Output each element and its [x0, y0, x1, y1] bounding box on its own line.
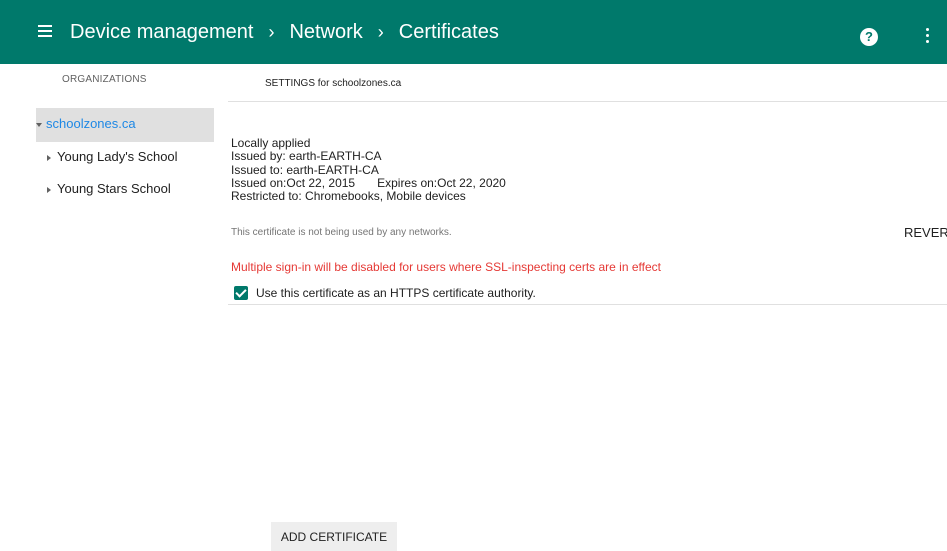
- org-item-label: schoolzones.ca: [46, 116, 136, 131]
- breadcrumb: Device management › Network › Certificat…: [70, 0, 499, 64]
- more-vert-icon[interactable]: [926, 28, 930, 46]
- applied-status: Locally applied: [231, 136, 311, 150]
- expand-right-icon[interactable]: [47, 154, 51, 161]
- breadcrumb-separator: ›: [268, 21, 275, 42]
- issue-dates: Issued on:Oct 22, 2015 Expires on:Oct 22,…: [231, 175, 506, 190]
- divider: [228, 304, 947, 305]
- issued-to: Issued to: earth-EARTH-CA: [231, 162, 379, 177]
- expand-down-icon[interactable]: [36, 122, 42, 127]
- add-certificate-button[interactable]: ADD CERTIFICATE: [271, 522, 397, 551]
- certificate-details: Locally applied Issued by: earth-EARTH-C…: [231, 136, 506, 204]
- org-item-schoolzones[interactable]: schoolzones.ca: [36, 108, 214, 142]
- breadcrumb-device-management[interactable]: Device management: [70, 21, 253, 44]
- checkbox-label: Use this certificate as an HTTPS certifi…: [256, 286, 536, 300]
- menu-icon[interactable]: [38, 25, 52, 39]
- warning-message: Multiple sign-in will be disabled for us…: [231, 260, 661, 274]
- org-item-young-ladys-school[interactable]: Young Lady's School: [47, 149, 178, 164]
- issued-on: Issued on:Oct 22, 2015: [231, 175, 356, 190]
- expand-right-icon[interactable]: [47, 186, 51, 193]
- check-icon[interactable]: [234, 286, 248, 300]
- divider: [228, 101, 947, 102]
- issued-by: Issued by: earth-EARTH-CA: [231, 149, 382, 164]
- expires-on: Expires on:Oct 22, 2020: [377, 175, 506, 190]
- help-icon[interactable]: ?: [860, 28, 878, 46]
- org-item-label: Young Stars School: [57, 181, 171, 196]
- https-ca-option[interactable]: Use this certificate as an HTTPS certifi…: [234, 286, 536, 300]
- restricted-to: Restricted to: Chromebooks, Mobile devic…: [231, 189, 466, 204]
- usage-note: This certificate is not being used by an…: [231, 227, 452, 238]
- organizations-title: ORGANIZATIONS: [62, 74, 147, 85]
- settings-title: SETTINGS for schoolzones.ca: [265, 78, 402, 89]
- breadcrumb-certificates: Certificates: [398, 20, 499, 43]
- revert-button[interactable]: REVER: [904, 225, 947, 240]
- app-header: Device management › Network › Certificat…: [0, 0, 947, 64]
- breadcrumb-network[interactable]: Network: [289, 21, 362, 44]
- org-item-young-stars-school[interactable]: Young Stars School: [47, 181, 171, 196]
- org-item-label: Young Lady's School: [57, 149, 178, 164]
- breadcrumb-separator: ›: [377, 21, 384, 42]
